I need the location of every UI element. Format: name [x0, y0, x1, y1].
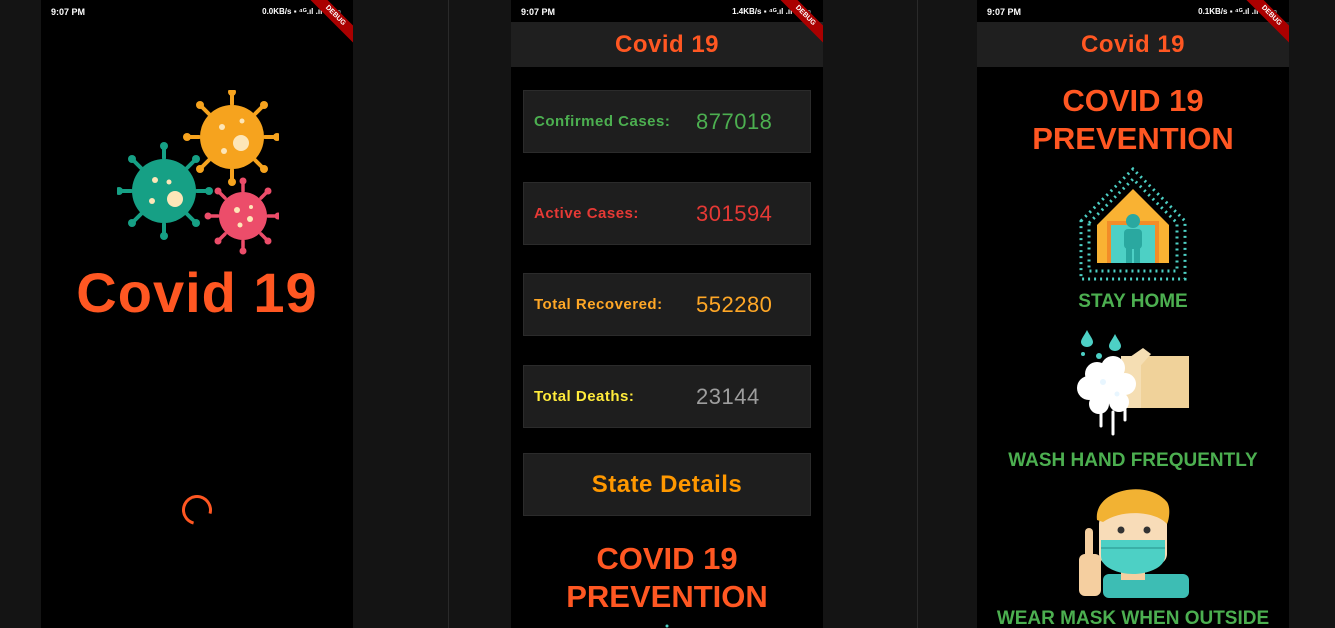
splash-title: Covid 19: [76, 261, 318, 324]
face-mask-icon: [1079, 489, 1189, 598]
phone-splash-screen: 9:07 PM 0.0KB/s ▪ ⁴ᴳ.ıl .ıl ≋ ▭ DEBUG Co…: [41, 0, 353, 628]
confirmed-cases-card: Confirmed Cases: 877018: [523, 90, 811, 153]
active-cases-label: Active Cases:: [534, 205, 639, 222]
confirmed-cases-value: 877018: [696, 109, 773, 134]
panel-divider: [448, 0, 449, 628]
hand-wash-icon: [1077, 330, 1189, 436]
debug-banner: DEBUG: [293, 0, 353, 60]
total-deaths-card: Total Deaths: 23144: [523, 365, 811, 428]
total-deaths-label: Total Deaths:: [534, 388, 635, 405]
active-cases-card: Active Cases: 301594: [523, 182, 811, 245]
confirmed-cases-label: Confirmed Cases:: [534, 113, 671, 130]
stay-home-label: STAY HOME: [1078, 291, 1188, 312]
stay-home-icon-peek: [665, 624, 669, 628]
wash-hand-label: WASH HAND FREQUENTLY: [1008, 450, 1258, 471]
status-time: 9:07 PM: [521, 7, 556, 17]
virus-logo-icon: [117, 90, 279, 255]
panel-divider: [917, 0, 918, 628]
debug-banner: DEBUG: [763, 0, 823, 60]
status-time: 9:07 PM: [51, 7, 86, 17]
status-time: 9:07 PM: [987, 7, 1022, 17]
prevention-title: COVID 19 PREVENTION: [1032, 83, 1234, 156]
state-details-button[interactable]: State Details: [523, 453, 811, 516]
total-recovered-label: Total Recovered:: [534, 296, 663, 313]
phone-stats-screen: 9:07 PM 1.4KB/s ▪ ⁴ᴳ.ıl .ıl ≋ ▭ Covid 19…: [511, 0, 823, 628]
loading-spinner: [176, 489, 218, 531]
stay-home-icon: [1079, 166, 1187, 281]
total-recovered-card: Total Recovered: 552280: [523, 273, 811, 336]
prevention-title: COVID 19 PREVENTION: [566, 541, 768, 614]
phone-prevention-screen: 9:07 PM 0.1KB/s ▪ ⁴ᴳ.ıl .ıl ≋ ▭ Covid 19…: [977, 0, 1289, 628]
active-cases-value: 301594: [696, 201, 773, 226]
debug-banner: DEBUG: [1229, 0, 1289, 60]
total-recovered-value: 552280: [696, 292, 773, 317]
total-deaths-value: 23144: [696, 384, 760, 409]
wear-mask-label: WEAR MASK WHEN OUTSIDE: [996, 608, 1270, 628]
